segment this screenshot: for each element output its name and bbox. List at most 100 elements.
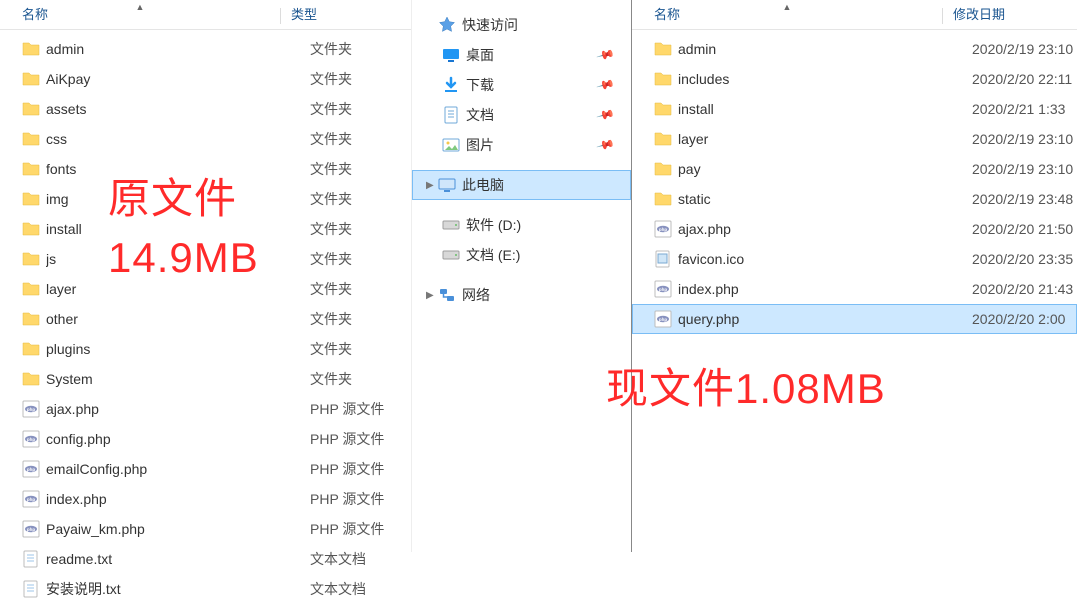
pin-icon: 📌 (596, 105, 616, 125)
nav-label: 桌面 (466, 45, 494, 65)
php-icon (22, 490, 40, 508)
file-name: plugins (46, 341, 300, 357)
nav-quick-item[interactable]: 图片📌 (412, 130, 631, 160)
file-row[interactable]: emailConfig.phpPHP 源文件 (0, 454, 411, 484)
file-type: PHP 源文件 (300, 399, 411, 419)
file-row[interactable]: admin文件夹 (0, 34, 411, 64)
pin-icon: 📌 (596, 75, 616, 95)
file-type: 文本文档 (300, 549, 411, 569)
nav-quick-item[interactable]: 文档📌 (412, 100, 631, 130)
folder-icon (22, 40, 40, 58)
left-header-name[interactable]: 名称 ▲ (0, 4, 280, 27)
file-row[interactable]: pay2020/2/19 23:10 (632, 154, 1077, 184)
nav-quick-item[interactable]: 下载📌 (412, 70, 631, 100)
network-icon (438, 286, 456, 304)
nav-quick-access[interactable]: 快速访问 (412, 10, 631, 40)
php-icon (654, 220, 672, 238)
file-type: 文件夹 (300, 249, 411, 269)
nav-label: 文档 (E:) (466, 245, 520, 265)
file-row[interactable]: readme.txt文本文档 (0, 544, 411, 574)
file-name: System (46, 371, 300, 387)
file-row[interactable]: AiKpay文件夹 (0, 64, 411, 94)
file-type: 文件夹 (300, 189, 411, 209)
file-row[interactable]: fonts文件夹 (0, 154, 411, 184)
file-name: img (46, 191, 300, 207)
php-icon (654, 280, 672, 298)
file-name: favicon.ico (678, 251, 962, 267)
document-icon (442, 106, 460, 124)
file-row[interactable]: query.php2020/2/20 2:00 (632, 304, 1077, 334)
left-file-panel: 名称 ▲ 类型 admin文件夹AiKpay文件夹assets文件夹css文件夹… (0, 0, 412, 552)
file-type: PHP 源文件 (300, 459, 411, 479)
file-type: 文件夹 (300, 309, 411, 329)
file-name: Payaiw_km.php (46, 521, 300, 537)
nav-network[interactable]: ▶ 网络 (412, 280, 631, 310)
file-row[interactable]: js文件夹 (0, 244, 411, 274)
file-name: 安装说明.txt (46, 579, 300, 599)
file-row[interactable]: plugins文件夹 (0, 334, 411, 364)
ico-icon (654, 250, 672, 268)
file-date: 2020/2/20 2:00 (962, 311, 1077, 327)
file-row[interactable]: includes2020/2/20 22:11 (632, 64, 1077, 94)
file-row[interactable]: layer文件夹 (0, 274, 411, 304)
file-row[interactable]: ajax.php2020/2/20 21:50 (632, 214, 1077, 244)
nav-drive-item[interactable]: 软件 (D:) (412, 210, 631, 240)
header-label: 名称 (654, 4, 680, 23)
right-file-panel: 名称 ▲ 修改日期 admin2020/2/19 23:10includes20… (632, 0, 1077, 552)
file-row[interactable]: config.phpPHP 源文件 (0, 424, 411, 454)
header-label: 类型 (291, 4, 317, 23)
file-row[interactable]: static2020/2/19 23:48 (632, 184, 1077, 214)
drive-icon (442, 216, 460, 234)
file-row[interactable]: img文件夹 (0, 184, 411, 214)
file-row[interactable]: ajax.phpPHP 源文件 (0, 394, 411, 424)
folder-icon (654, 130, 672, 148)
right-header-date[interactable]: 修改日期 (943, 4, 1077, 27)
file-row[interactable]: 安装说明.txt文本文档 (0, 574, 411, 604)
file-date: 2020/2/19 23:10 (962, 131, 1077, 147)
file-row[interactable]: index.php2020/2/20 21:43 (632, 274, 1077, 304)
folder-icon (22, 250, 40, 268)
file-row[interactable]: admin2020/2/19 23:10 (632, 34, 1077, 64)
file-row[interactable]: System文件夹 (0, 364, 411, 394)
right-file-list[interactable]: admin2020/2/19 23:10includes2020/2/20 22… (632, 30, 1077, 334)
file-row[interactable]: css文件夹 (0, 124, 411, 154)
php-icon (22, 400, 40, 418)
folder-icon (654, 190, 672, 208)
file-type: 文本文档 (300, 579, 411, 599)
file-date: 2020/2/20 21:43 (962, 281, 1077, 297)
nav-label: 快速访问 (462, 15, 518, 35)
file-name: install (46, 221, 300, 237)
file-name: install (678, 101, 962, 117)
header-label: 名称 (22, 4, 48, 23)
file-row[interactable]: other文件夹 (0, 304, 411, 334)
folder-icon (22, 190, 40, 208)
file-type: 文件夹 (300, 99, 411, 119)
nav-this-pc[interactable]: ▶ 此电脑 (412, 170, 631, 200)
nav-quick-item[interactable]: 桌面📌 (412, 40, 631, 70)
file-row[interactable]: favicon.ico2020/2/20 23:35 (632, 244, 1077, 274)
file-row[interactable]: install文件夹 (0, 214, 411, 244)
file-row[interactable]: layer2020/2/19 23:10 (632, 124, 1077, 154)
file-type: 文件夹 (300, 39, 411, 59)
file-date: 2020/2/19 23:10 (962, 161, 1077, 177)
left-file-list[interactable]: admin文件夹AiKpay文件夹assets文件夹css文件夹fonts文件夹… (0, 30, 411, 604)
file-row[interactable]: assets文件夹 (0, 94, 411, 124)
header-label: 修改日期 (953, 4, 1005, 23)
file-name: css (46, 131, 300, 147)
right-header-name[interactable]: 名称 ▲ (632, 4, 942, 27)
left-header-type[interactable]: 类型 (281, 4, 411, 27)
file-type: 文件夹 (300, 279, 411, 299)
file-date: 2020/2/19 23:10 (962, 41, 1077, 57)
drive-icon (442, 246, 460, 264)
file-name: index.php (46, 491, 300, 507)
folder-icon (22, 70, 40, 88)
file-row[interactable]: Payaiw_km.phpPHP 源文件 (0, 514, 411, 544)
folder-icon (22, 340, 40, 358)
file-type: 文件夹 (300, 159, 411, 179)
file-row[interactable]: install2020/2/21 1:33 (632, 94, 1077, 124)
nav-drive-item[interactable]: 文档 (E:) (412, 240, 631, 270)
folder-icon (22, 160, 40, 178)
file-date: 2020/2/20 23:35 (962, 251, 1077, 267)
file-row[interactable]: index.phpPHP 源文件 (0, 484, 411, 514)
file-name: admin (46, 41, 300, 57)
